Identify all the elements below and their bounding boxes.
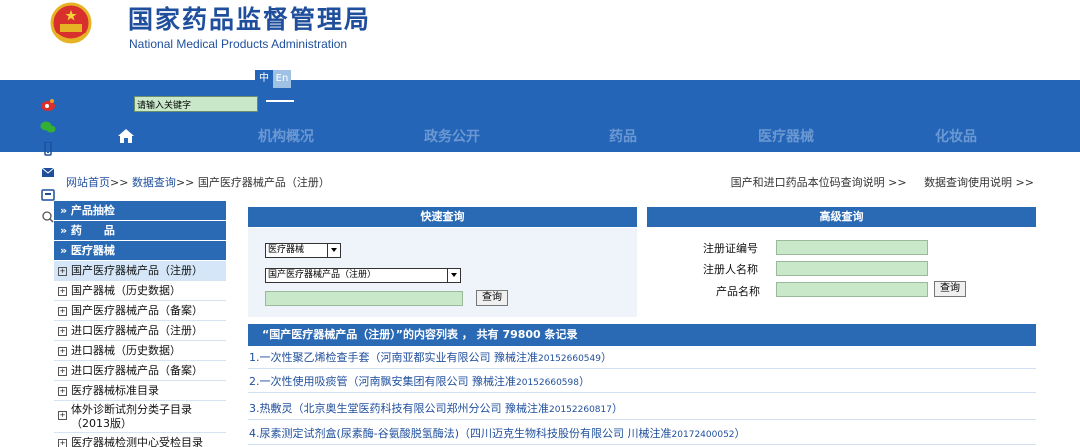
lang-zh-button[interactable]: 中 <box>255 70 273 88</box>
menu-item-ivd-catalog[interactable]: + 体外诊断试剂分类子目录 （2013版） <box>54 401 226 433</box>
result-row[interactable]: 1.一次性聚乙烯检查手套（河南亚都实业有限公司 豫械注准20152660549） <box>248 346 1036 369</box>
expand-icon: + <box>58 266 67 276</box>
menu-head-sampling[interactable]: » 产品抽检 <box>54 201 226 221</box>
result-row[interactable]: 3.热敷灵（北京奥生堂医药科技有限公司郑州分公司 豫械注准20152260817… <box>248 397 1036 420</box>
home-icon[interactable] <box>117 128 135 144</box>
national-emblem-icon <box>50 2 92 44</box>
registrant-input[interactable] <box>776 261 928 276</box>
reg-number-label: 注册证编号 <box>703 242 758 255</box>
breadcrumb-sep: >> <box>110 176 129 189</box>
quick-search-button[interactable]: 查询 <box>476 290 508 306</box>
result-row[interactable]: 4.尿素测定试剂盒(尿素酶-谷氨酸脱氢酶法)（四川迈克生物科技股份有限公司 川械… <box>248 422 1036 445</box>
advanced-search-title: 高级查询 <box>647 207 1036 227</box>
nav-item-gov-affairs[interactable]: 政务公开 <box>424 126 480 146</box>
database-select[interactable]: 国产医疗器械产品（注册） <box>265 268 461 283</box>
breadcrumb-home-link[interactable]: 网站首页 <box>66 176 110 189</box>
print-icon[interactable] <box>40 188 56 202</box>
result-row[interactable]: 2.一次性使用吸痰管（河南飘安集团有限公司 豫械注准20152660598） <box>248 370 1036 393</box>
site-header: 国家药品监督管理局 National Medical Products Admi… <box>0 0 1080 80</box>
expand-icon: + <box>58 306 67 316</box>
menu-item-standards[interactable]: + 医疗器械标准目录 <box>54 381 226 401</box>
menu-item-import-filed[interactable]: + 进口医疗器械产品（备案） <box>54 361 226 381</box>
expand-icon: + <box>58 346 67 356</box>
help-links: 国产和进口药品本位码查询说明 >> 数据查询使用说明 >> <box>717 174 1034 190</box>
wechat-icon[interactable] <box>40 120 56 134</box>
language-switch: 中 En <box>255 70 293 88</box>
expand-icon: + <box>58 366 67 376</box>
chevron-down-icon <box>447 269 460 282</box>
reg-number-input[interactable] <box>776 240 928 255</box>
lang-en-button[interactable]: En <box>273 70 291 88</box>
expand-icon: + <box>58 286 67 296</box>
nav-band <box>0 80 1080 152</box>
breadcrumb-current: 国产医疗器械产品（注册） <box>197 176 330 189</box>
expand-icon: + <box>58 386 67 396</box>
nav-item-cosmetics[interactable]: 化妆品 <box>935 126 977 146</box>
expand-icon: + <box>58 326 67 336</box>
drug-code-help-link[interactable]: 国产和进口药品本位码查询说明 >> <box>731 176 907 189</box>
search-input[interactable] <box>134 96 258 112</box>
query-usage-help-link[interactable]: 数据查询使用说明 >> <box>924 176 1034 189</box>
menu-item-import-registered[interactable]: + 进口医疗器械产品（注册） <box>54 321 226 341</box>
menu-item-test-center[interactable]: + 医疗器械检测中心受检目录 <box>54 433 226 447</box>
breadcrumb-sep: >> <box>175 176 195 189</box>
nav-item-about[interactable]: 机构概况 <box>258 126 314 146</box>
expand-icon: + <box>58 411 67 420</box>
breadcrumb-query-link[interactable]: 数据查询 <box>132 176 176 189</box>
menu-item-domestic-history[interactable]: + 国产器械（历史数据） <box>54 281 226 301</box>
nav-item-devices[interactable]: 医疗器械 <box>758 126 814 146</box>
quick-search-title: 快速查询 <box>248 207 637 227</box>
menu-item-domestic-registered[interactable]: + 国产医疗器械产品（注册） <box>54 261 226 281</box>
menu-item-import-history[interactable]: + 进口器械（历史数据） <box>54 341 226 361</box>
menu-head-drugs[interactable]: » 药 品 <box>54 221 226 241</box>
org-subtitle: National Medical Products Administration <box>129 37 348 51</box>
org-title: 国家药品监督管理局 <box>128 5 372 34</box>
mail-icon[interactable] <box>40 166 56 180</box>
result-list-header: “国产医疗器械产品（注册）”的内容列表 ， 共有 79800 条记录 <box>248 324 1036 346</box>
registrant-label: 注册人名称 <box>703 263 758 276</box>
menu-head-devices[interactable]: » 医疗器械 <box>54 241 226 261</box>
mobile-icon[interactable] <box>40 142 56 156</box>
nav-item-drugs[interactable]: 药品 <box>609 126 637 146</box>
left-menu: » 产品抽检 » 药 品 » 医疗器械 + 国产医疗器械产品（注册） + 国产器械（… <box>54 201 226 447</box>
breadcrumb: 网站首页>> 数据查询>> 国产医疗器械产品（注册） <box>66 174 330 190</box>
search-icon[interactable] <box>264 96 296 112</box>
share-icons <box>40 98 58 223</box>
expand-icon: + <box>58 438 67 447</box>
quick-search-input[interactable] <box>265 291 463 306</box>
weibo-icon[interactable] <box>40 98 56 112</box>
product-name-label: 产品名称 <box>716 285 760 298</box>
menu-item-domestic-filed[interactable]: + 国产医疗器械产品（备案） <box>54 301 226 321</box>
category-select[interactable]: 医疗器械 <box>265 243 341 258</box>
chevron-down-icon <box>327 244 340 257</box>
product-name-input[interactable] <box>776 282 928 297</box>
advanced-search-button[interactable]: 查询 <box>934 281 966 297</box>
